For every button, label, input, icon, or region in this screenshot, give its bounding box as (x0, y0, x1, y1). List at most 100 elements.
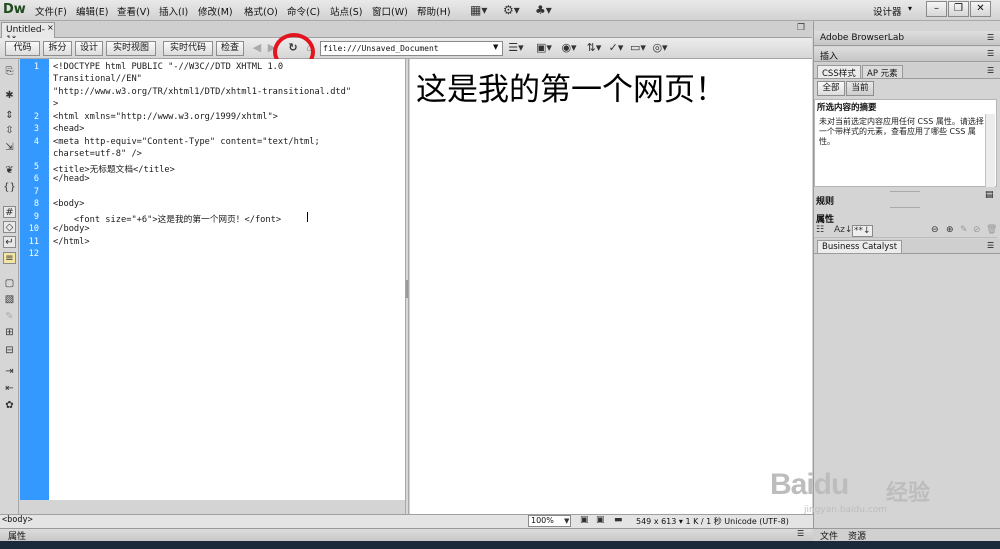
attach-stylesheet-icon[interactable]: ⊖ (931, 225, 939, 235)
balance-braces-icon[interactable]: {} (3, 182, 16, 194)
outdent-code-icon[interactable]: ⇤ (3, 383, 16, 395)
remove-comment-icon[interactable]: ▧ (3, 294, 16, 306)
menu-file[interactable]: 文件(F) (35, 4, 67, 18)
back-icon[interactable]: ◀ (249, 41, 265, 56)
tab-css-styles[interactable]: CSS样式 (817, 65, 861, 79)
design-view-button[interactable]: 设计 (75, 41, 103, 56)
line-number: 6 (33, 174, 39, 184)
close-button[interactable]: ✕ (970, 1, 991, 17)
code-editor[interactable] (49, 59, 405, 500)
status-info: 549 x 613 ▾ 1 K / 1 秒 Unicode (UTF-8) (636, 517, 789, 526)
syntax-coloring-icon[interactable]: ≡ (3, 252, 16, 264)
select-parent-tag-icon[interactable]: ❦ (3, 165, 16, 177)
tag-selector[interactable]: <body> (2, 515, 33, 525)
file-management-icon[interactable]: ⇅▾ (586, 41, 602, 56)
view-options-icon[interactable]: ☰▾ (508, 41, 524, 56)
panel-menu-icon[interactable]: ☰ (987, 241, 994, 250)
apply-comment-icon[interactable]: ▢ (3, 278, 16, 290)
recent-snippets-icon[interactable]: ⊞ (3, 327, 16, 339)
highlight-invalid-icon[interactable]: ◇ (3, 221, 16, 233)
word-wrap-icon[interactable]: ↵ (3, 236, 16, 248)
properties-panel-bar[interactable] (0, 528, 813, 541)
wrap-tag-icon[interactable]: ✎ (3, 311, 16, 323)
menu-help[interactable]: 帮助(H) (417, 4, 451, 18)
menu-command[interactable]: 命令(C) (287, 4, 320, 18)
check-browser-icon[interactable]: ◎▾ (652, 41, 668, 56)
dreamweaver-logo: Dw (3, 2, 26, 17)
site-icon[interactable]: ♣▾ (535, 3, 552, 17)
address-field[interactable]: file:///Unsaved_Document (320, 41, 503, 56)
minimize-button[interactable]: – (926, 1, 947, 17)
inspect-button[interactable]: 检查 (216, 41, 244, 56)
new-css-rule-icon[interactable]: ⊕ (946, 225, 954, 235)
edit-rule-icon[interactable]: ✎ (960, 225, 968, 235)
collapse-tag-icon[interactable]: ⇕ (3, 110, 16, 122)
format-source-icon[interactable]: ✿ (3, 400, 16, 412)
panel-menu-icon[interactable]: ☰ (797, 529, 804, 538)
menu-insert[interactable]: 插入(I) (159, 4, 188, 18)
live-view-button[interactable]: 实时视图 (106, 41, 156, 56)
live-code-button[interactable]: 实时代码 (163, 41, 213, 56)
indent-code-icon[interactable]: ⇥ (3, 366, 16, 378)
panel-menu-icon[interactable]: ☰ (987, 49, 994, 58)
gear-icon[interactable]: ⚙▾ (503, 3, 520, 17)
hand-tool-icon[interactable]: ▣ (580, 515, 589, 525)
tab-business-catalyst[interactable]: Business Catalyst (817, 240, 903, 253)
code-view-button[interactable]: 代码 (5, 41, 40, 56)
menu-bar (0, 0, 1000, 21)
alpha-view-icon[interactable]: Az↓ (834, 225, 852, 235)
panel-menu-icon[interactable]: ☰ (987, 33, 994, 42)
split-view-button[interactable]: 拆分 (43, 41, 72, 56)
menu-window[interactable]: 窗口(W) (372, 4, 408, 18)
restore-icon[interactable]: ❐ (797, 23, 805, 33)
category-view-icon[interactable]: ☷ (816, 225, 824, 235)
maximize-button[interactable]: ❐ (948, 1, 969, 17)
open-documents-icon[interactable]: ⎘ (3, 66, 16, 78)
show-code-navigator-icon[interactable]: ✱ (3, 90, 16, 102)
code-line: <font size="+6">这是我的第一个网页！</font> (53, 215, 282, 225)
preview-browser-icon[interactable]: ◉▾ (561, 41, 577, 56)
summary-title: 所选内容的摘要 (817, 103, 877, 113)
menu-modify[interactable]: 修改(M) (198, 4, 233, 18)
panel-insert[interactable]: 插入 (814, 47, 1000, 62)
panel-browserlab[interactable]: Adobe BrowserLab (814, 31, 1000, 46)
menu-site[interactable]: 站点(S) (330, 4, 362, 18)
w3c-validation-icon[interactable]: ✓▾ (608, 41, 624, 56)
design-heading-text[interactable]: 这是我的第一个网页！ (416, 64, 726, 109)
move-css-icon[interactable]: ⊟ (3, 345, 16, 357)
resize-grip[interactable] (890, 207, 920, 208)
all-button[interactable]: 全部 (817, 81, 845, 96)
summary-scrollbar[interactable] (985, 114, 995, 187)
expand-all-icon[interactable]: ⇲ (3, 142, 16, 154)
zoom-dropdown-icon[interactable]: ▼ (564, 517, 569, 525)
panel-menu-icon[interactable]: ☰ (987, 66, 994, 75)
menu-edit[interactable]: 编辑(E) (76, 4, 108, 18)
multiscreen-icon[interactable]: ▣▾ (536, 41, 552, 56)
menu-format[interactable]: 格式(O) (244, 4, 278, 18)
line-number: 12 (28, 249, 39, 259)
collapse-selection-icon[interactable]: ⇳ (3, 125, 16, 137)
menu-view[interactable]: 查看(V) (117, 4, 150, 18)
document-tab-bar (0, 21, 812, 38)
address-dropdown-icon[interactable]: ▼ (493, 43, 498, 51)
set-properties-icon[interactable]: **↓ (852, 225, 873, 237)
trash-icon[interactable]: 🗑 (986, 225, 997, 235)
disable-icon[interactable]: ⊘ (973, 225, 981, 235)
current-button[interactable]: 当前 (846, 81, 874, 96)
design-view[interactable] (410, 59, 812, 514)
workspace-switcher[interactable]: 设计器 (873, 4, 902, 18)
window-size-icon[interactable]: ▬ (614, 515, 623, 525)
divider-grip[interactable] (406, 280, 408, 298)
visual-aids-icon[interactable]: ▭▾ (630, 41, 646, 56)
layout-icon[interactable]: ▦▾ (470, 3, 487, 17)
resize-grip[interactable] (890, 191, 920, 192)
line-numbers-icon[interactable]: # (3, 206, 16, 218)
line-number: 8 (33, 199, 39, 209)
text-caret (307, 212, 308, 222)
tab-close-icon[interactable]: × (47, 23, 54, 32)
chevron-down-icon[interactable]: ▾ (908, 4, 912, 13)
tab-ap-elements[interactable]: AP 元素 (862, 65, 903, 79)
rules-section-label[interactable]: 规则 (816, 194, 834, 207)
zoom-tool-icon[interactable]: ▣ (596, 515, 605, 525)
rules-toggle-icon[interactable]: ▤ (985, 190, 994, 200)
